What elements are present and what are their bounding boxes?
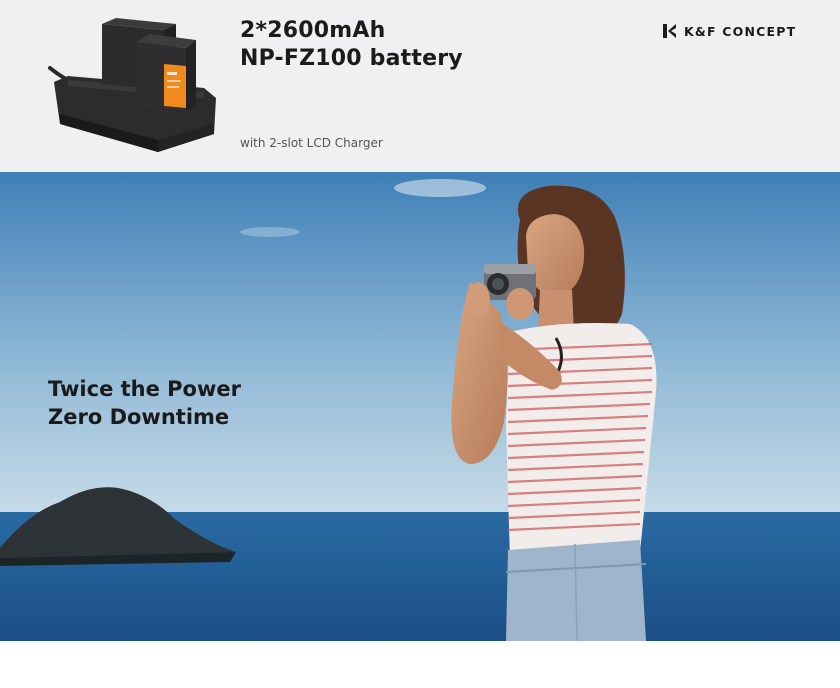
brand-name: K&F CONCEPT [684, 23, 797, 39]
product-page: 2*2600mAh NP-FZ100 battery with 2-slot L… [0, 0, 840, 688]
brand-logo: K&F CONCEPT [662, 22, 796, 40]
page-footer-space [0, 641, 840, 688]
product-header: 2*2600mAh NP-FZ100 battery with 2-slot L… [0, 0, 840, 172]
hero-banner: Twice the Power Zero Downtime [0, 172, 840, 641]
product-subtitle: with 2-slot LCD Charger [240, 136, 383, 150]
headline-line-2: Zero Downtime [48, 405, 230, 429]
battery-charger-image [48, 18, 216, 152]
headline-line-1: Twice the Power [48, 377, 241, 401]
hero-headline: Twice the Power Zero Downtime [48, 375, 241, 431]
product-title-capacity: 2*2600mAh [240, 18, 386, 43]
product-title-model: NP-FZ100 battery [240, 46, 463, 71]
kf-logo-icon [663, 24, 676, 38]
